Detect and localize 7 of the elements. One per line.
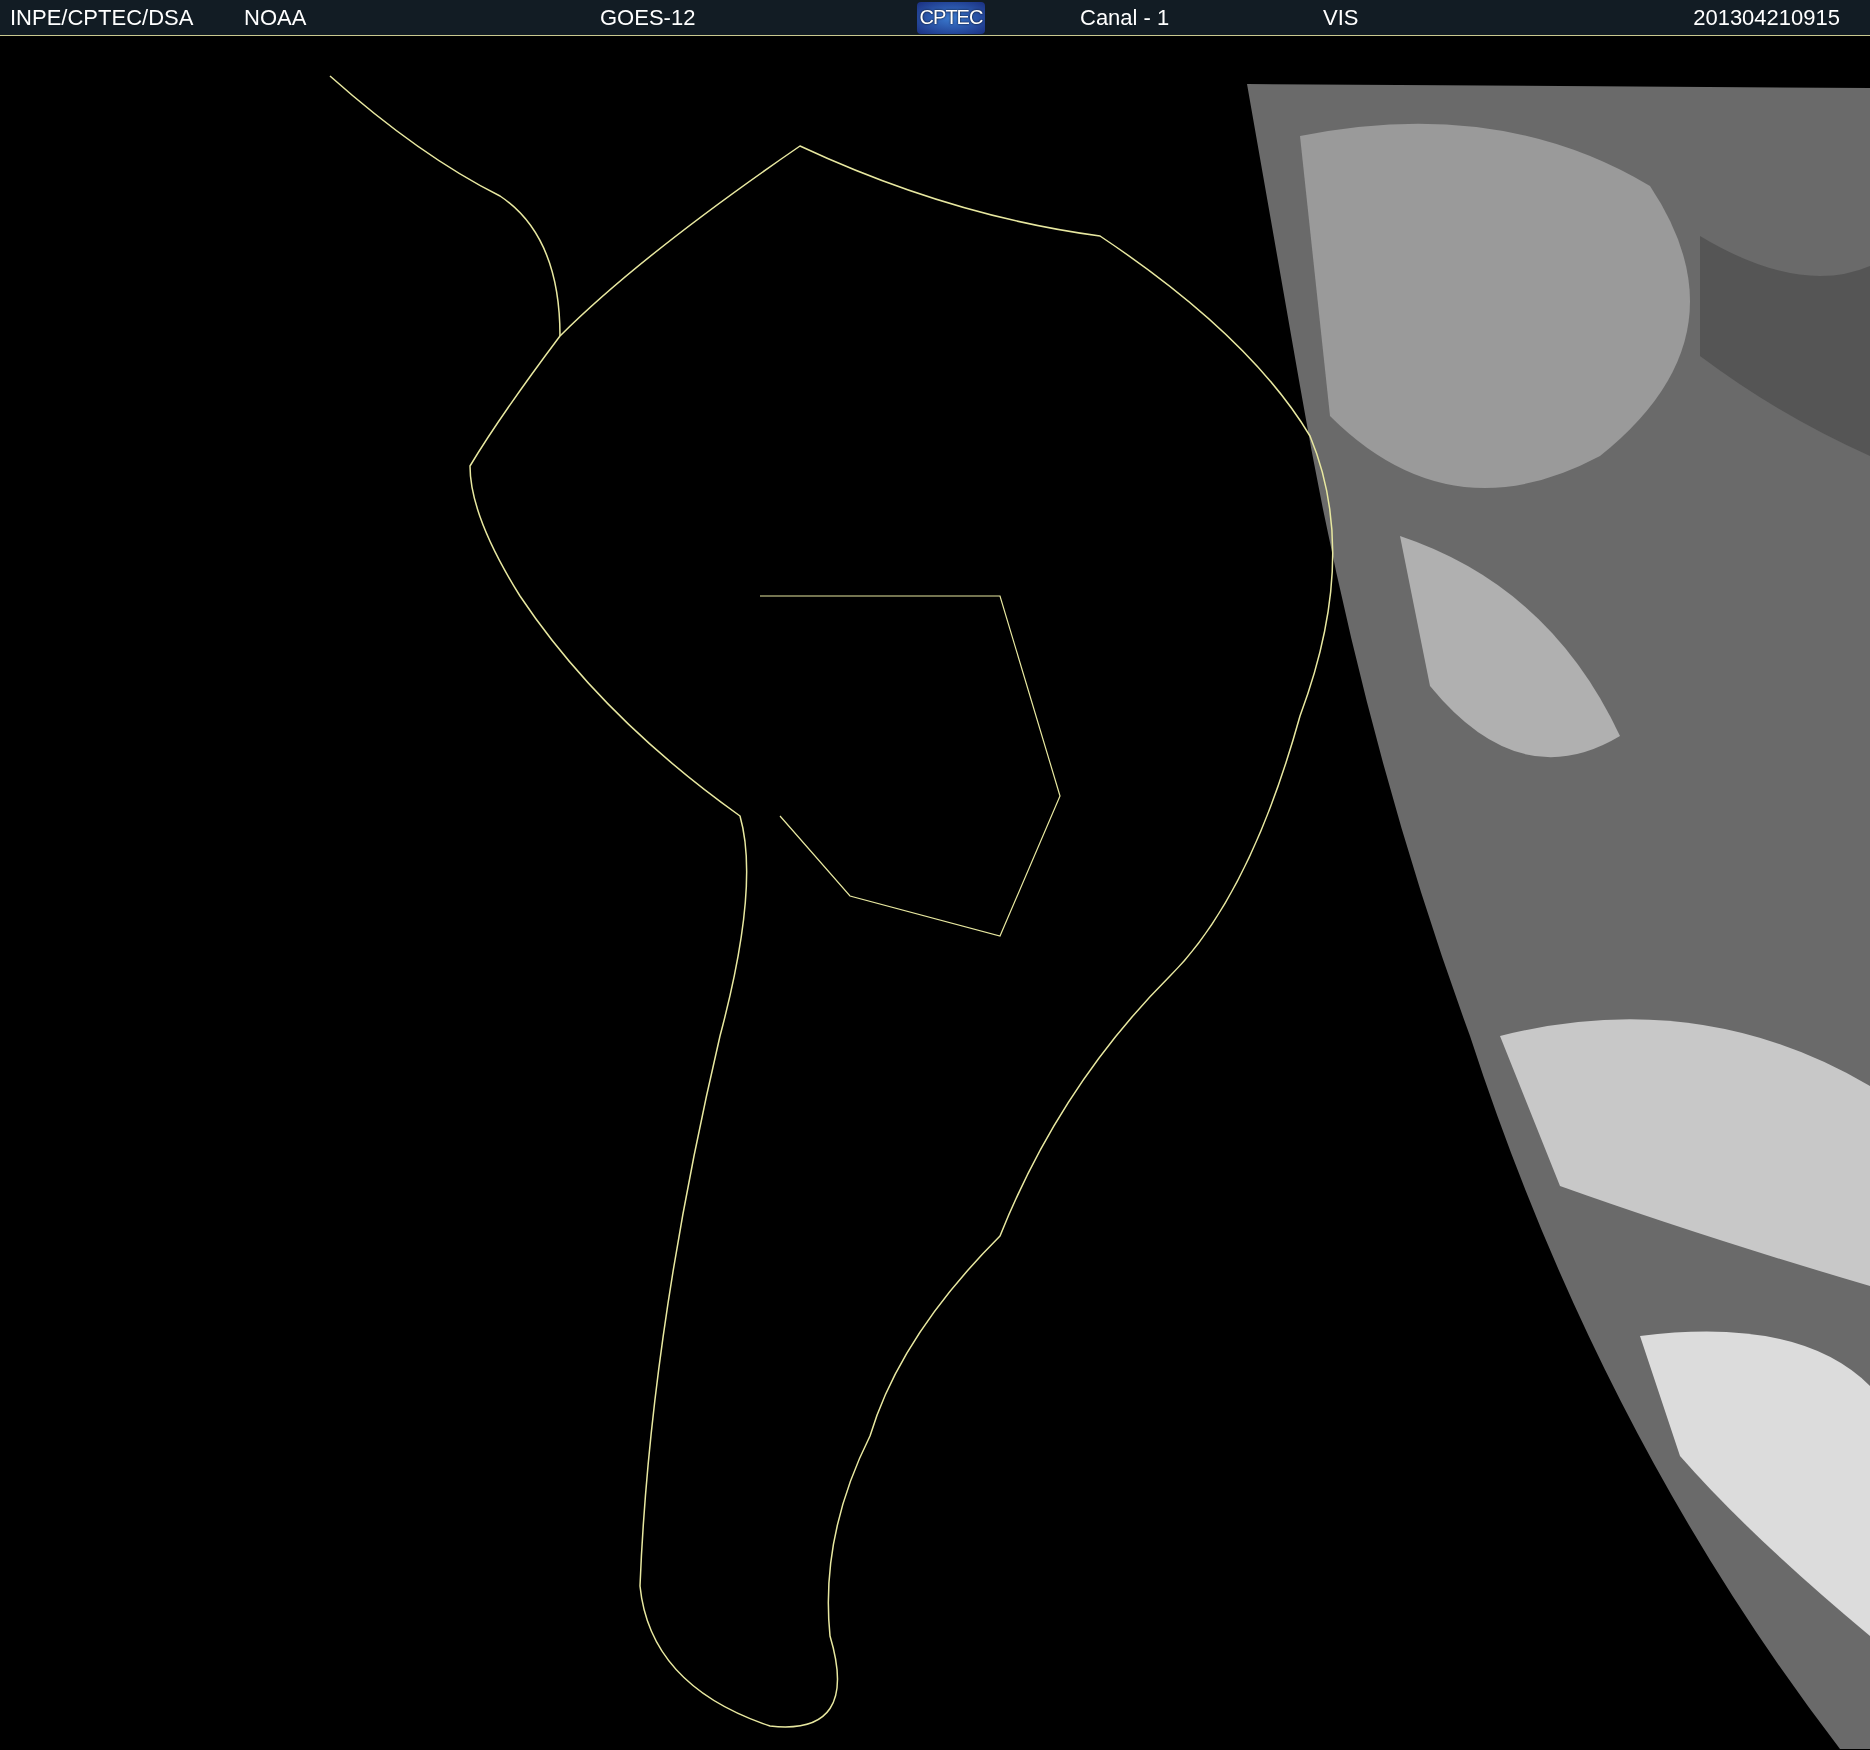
header-label: 201304210915 (1693, 4, 1840, 32)
header-label: Canal - 1 (1080, 4, 1170, 32)
header-label: VIS (1323, 4, 1359, 32)
header-label: GOES-12 (600, 4, 696, 32)
header-label: NOAA (244, 4, 307, 32)
header-label: INPE/CPTEC/DSA (10, 4, 194, 32)
logo: CPTEC (917, 2, 985, 34)
